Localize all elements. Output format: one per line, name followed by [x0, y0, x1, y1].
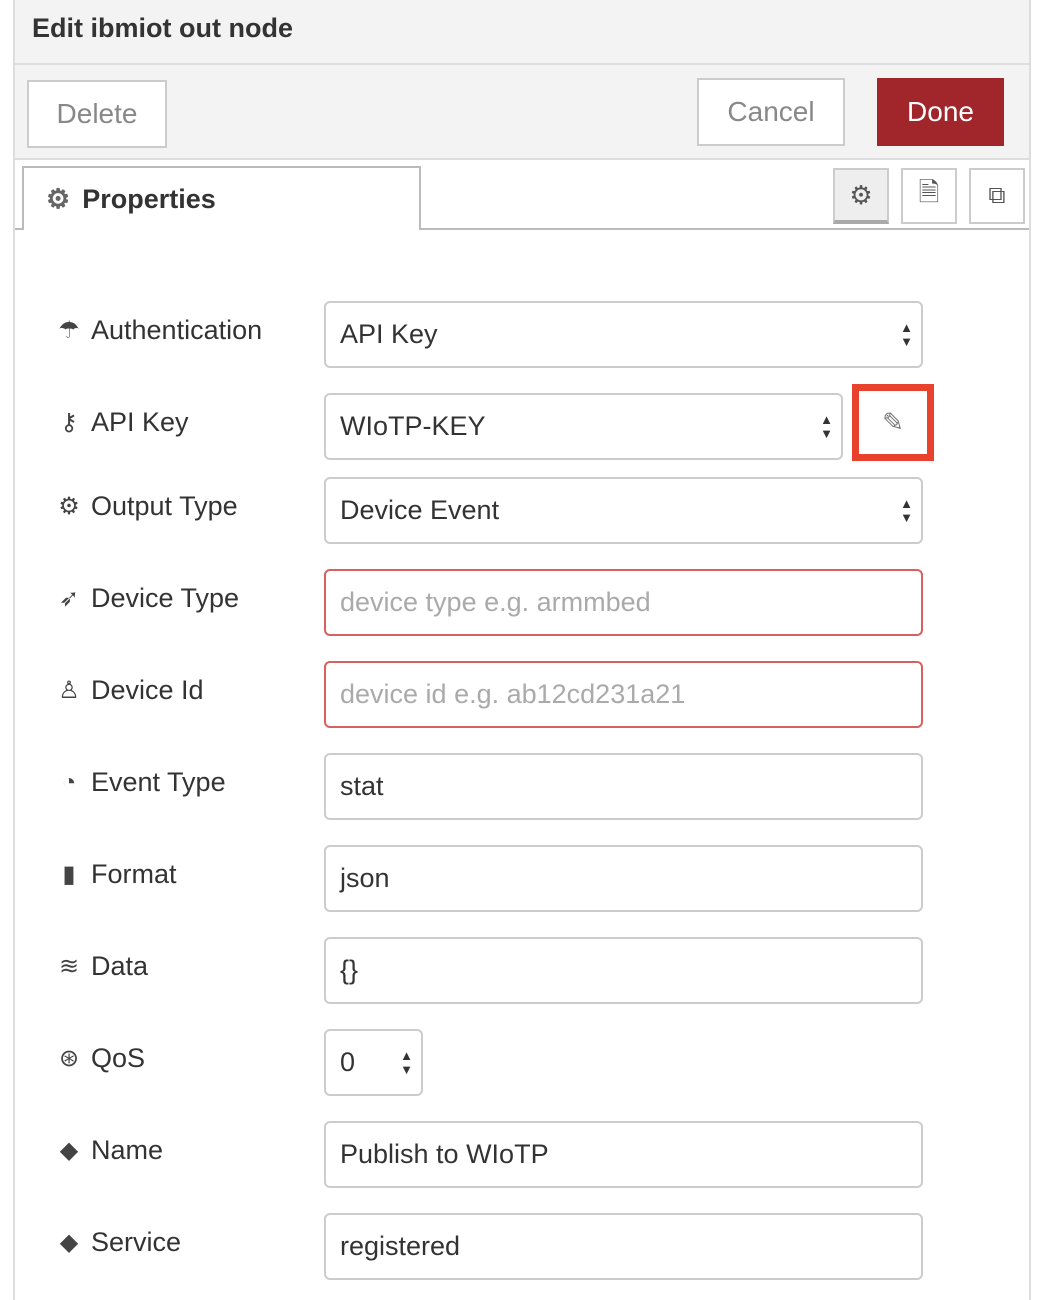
device-type-input[interactable]: device type e.g. armmbed — [324, 569, 923, 636]
dialog-title: Edit ibmiot out node — [32, 13, 293, 43]
service-input[interactable]: registered — [324, 1213, 923, 1280]
rocket-icon: ➶ — [58, 585, 80, 612]
field-value: Device Event — [340, 495, 500, 525]
tab-label: Properties — [82, 183, 216, 214]
label-text: Device Type — [91, 583, 240, 613]
select-arrows-icon: ▲ ▼ — [400, 1048, 413, 1077]
event-type-input[interactable]: stat — [324, 753, 923, 820]
gear-icon: ⚙ — [849, 179, 873, 210]
key-icon: ⚷ — [60, 409, 78, 436]
output-type-select[interactable]: Device Event ▲ ▼ — [324, 477, 923, 544]
gears-icon: ⚙ — [58, 493, 80, 520]
frame-icon: ⧉ — [988, 182, 1006, 209]
field-value: device id e.g. ab12cd231a21 — [340, 679, 686, 709]
field-value: API Key — [340, 319, 438, 349]
field-value: json — [340, 863, 390, 893]
label-text: Output Type — [91, 491, 238, 521]
properties-view-button[interactable]: ⚙ — [833, 168, 889, 224]
edit-api-key-button[interactable]: ✎ — [852, 384, 934, 461]
dashboard-icon: ◔ — [61, 768, 77, 796]
toolbar: Delete Cancel Done — [15, 65, 1029, 160]
qos-label: ⊛ QoS — [55, 1043, 145, 1074]
format-input[interactable]: json — [324, 845, 923, 912]
authentication-select[interactable]: API Key ▲ ▼ — [324, 301, 923, 368]
gear-icon: ⚙ — [46, 183, 71, 214]
cancel-button[interactable]: Cancel — [697, 78, 845, 146]
label-text: Format — [91, 859, 177, 889]
tag-icon: ◆ — [59, 1137, 79, 1164]
data-label: ≋ Data — [55, 951, 148, 982]
field-value: stat — [340, 771, 384, 801]
description-view-button[interactable]: 🗎 — [901, 168, 957, 224]
umbrella-icon: ☂ — [58, 317, 80, 344]
authentication-label: ☂ Authentication — [55, 315, 262, 346]
field-value: 0 — [340, 1047, 356, 1077]
label-text: API Key — [91, 407, 189, 437]
field-value: WIoTP-KEY — [340, 411, 486, 441]
database-icon: ≋ — [58, 953, 80, 980]
select-arrows-icon: ▲ ▼ — [820, 412, 833, 441]
tab-properties[interactable]: ⚙ Properties — [22, 166, 421, 230]
dialog-header: Edit ibmiot out node — [15, 0, 1029, 65]
format-label: ▮ Format — [55, 859, 177, 890]
field-value: {} — [340, 955, 359, 985]
label-text: Event Type — [91, 767, 226, 797]
data-input[interactable]: {} — [324, 937, 923, 1004]
name-label: ◆ Name — [55, 1135, 163, 1166]
file-icon: ▮ — [62, 861, 76, 888]
field-value: Publish to WIoTP — [340, 1139, 549, 1169]
device-id-label: ♙ Device Id — [55, 675, 204, 706]
name-input[interactable]: Publish to WIoTP — [324, 1121, 923, 1188]
label-text: Authentication — [91, 315, 263, 345]
asterisk-icon: ⊛ — [58, 1045, 80, 1072]
pencil-icon: ✎ — [882, 407, 904, 437]
label-text: Service — [91, 1227, 182, 1257]
done-button[interactable]: Done — [877, 78, 1004, 146]
person-icon: ♙ — [58, 677, 80, 704]
document-icon: 🗎 — [918, 177, 940, 207]
api-key-select[interactable]: WIoTP-KEY ▲ ▼ — [324, 393, 843, 460]
label-text: Device Id — [91, 675, 204, 705]
select-arrows-icon: ▲ ▼ — [900, 320, 913, 349]
api-key-label: ⚷ API Key — [55, 407, 189, 438]
event-type-label: ◔ Event Type — [55, 767, 226, 798]
device-id-input[interactable]: device id e.g. ab12cd231a21 — [324, 661, 923, 728]
label-text: Data — [91, 951, 149, 981]
field-value: device type e.g. armmbed — [340, 587, 651, 617]
select-arrows-icon: ▲ ▼ — [900, 496, 913, 525]
edit-dialog: Edit ibmiot out node Delete Cancel Done … — [13, 0, 1031, 1300]
device-type-label: ➶ Device Type — [55, 583, 239, 614]
service-label: ◆ Service — [55, 1227, 181, 1258]
delete-button[interactable]: Delete — [27, 80, 167, 148]
field-value: registered — [340, 1231, 461, 1261]
appearance-view-button[interactable]: ⧉ — [969, 168, 1025, 224]
output-type-label: ⚙ Output Type — [55, 491, 238, 522]
qos-select[interactable]: 0 ▲ ▼ — [324, 1029, 423, 1096]
label-text: Name — [91, 1135, 164, 1165]
label-text: QoS — [91, 1043, 146, 1073]
tag-icon: ◆ — [59, 1229, 79, 1256]
